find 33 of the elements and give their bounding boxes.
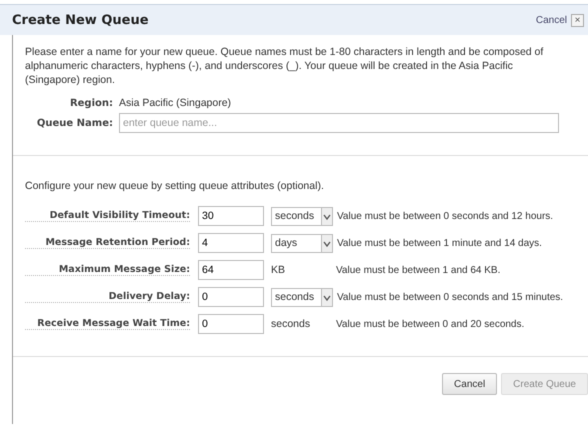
attributes-intro: Configure your new queue by setting queue attributes (optional).	[25, 180, 325, 192]
queue-name-label: Queue Name:	[36, 118, 113, 128]
chevron-down-icon	[321, 208, 332, 224]
close-button[interactable]: ×	[571, 14, 584, 26]
attribute-label: Delivery Delay:	[25, 291, 190, 303]
hint-text: Value must be between 1 minute and 14 days.	[337, 236, 543, 250]
hint-text: Value must be between 0 seconds and 12 hours.	[337, 210, 554, 222]
intro-text: Please enter a name for your new queue. Queue names must be 1-80 characters in length and be composed of alphanumeric characters, hyphens (-), and underscores (_). Your queue will be created in the Asia Pacific (Singapore) region.	[25, 45, 544, 87]
value-field[interactable]: 30	[198, 206, 264, 226]
dialog-button[interactable]: Cancel	[442, 373, 498, 395]
attribute-label: Receive Message Wait Time:	[25, 318, 190, 330]
attribute-label: Maximum Message Size:	[25, 264, 190, 276]
dialog-title: Create New Queue	[12, 12, 149, 28]
unit-dropdown[interactable]: seconds	[271, 288, 333, 306]
chevron-down-icon	[321, 288, 332, 306]
value-field[interactable]: 4	[198, 233, 264, 253]
cancel-link[interactable]: Cancel	[536, 14, 567, 26]
attribute-label: Default Visibility Timeout:	[25, 210, 190, 222]
hint-text: Value must be between 0 seconds and 15 minutes.	[337, 290, 564, 304]
region-value: Asia Pacific (Singapore)	[119, 97, 232, 109]
value-field[interactable]: 64	[198, 260, 264, 280]
unit-dropdown[interactable]: days	[271, 234, 333, 252]
value-field[interactable]: 0	[198, 314, 264, 334]
unit-text: KB	[271, 264, 286, 276]
queue-name-field[interactable]: enter queue name...	[119, 113, 559, 133]
hint-text: Value must be between 0 and 20 seconds.	[336, 318, 526, 330]
attribute-label: Message Retention Period:	[25, 237, 190, 249]
value-field[interactable]: 0	[198, 287, 264, 307]
unit-dropdown[interactable]: seconds	[271, 206, 333, 226]
unit-text: seconds	[271, 318, 312, 330]
region-label: Region:	[68, 98, 113, 108]
hint-text: Value must be between 1 and 64 KB.	[336, 264, 502, 276]
chevron-down-icon	[321, 234, 332, 252]
